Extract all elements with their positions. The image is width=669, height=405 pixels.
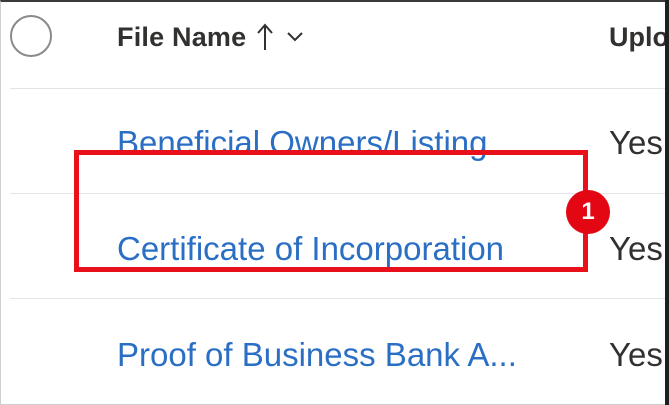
column-header-file-name[interactable]: File Name bbox=[117, 18, 304, 56]
panel-edge bbox=[665, 0, 669, 405]
uploaded-value: Yes bbox=[609, 336, 663, 373]
select-all-checkbox[interactable] bbox=[10, 15, 52, 57]
highlight-annotation-box bbox=[74, 150, 588, 272]
uploaded-value: Yes bbox=[609, 230, 663, 267]
column-header-file-name-label: File Name bbox=[117, 21, 247, 52]
file-name-link[interactable]: Proof of Business Bank A... bbox=[117, 336, 517, 374]
table-row[interactable]: Proof of Business Bank A... Yes bbox=[0, 299, 665, 403]
column-header-uploaded[interactable]: Uploaded bbox=[609, 18, 665, 56]
step-number-badge: 1 bbox=[566, 190, 610, 234]
chevron-down-icon[interactable] bbox=[286, 30, 304, 44]
uploaded-value: Yes bbox=[609, 124, 663, 161]
arrow-up-icon bbox=[257, 23, 274, 50]
